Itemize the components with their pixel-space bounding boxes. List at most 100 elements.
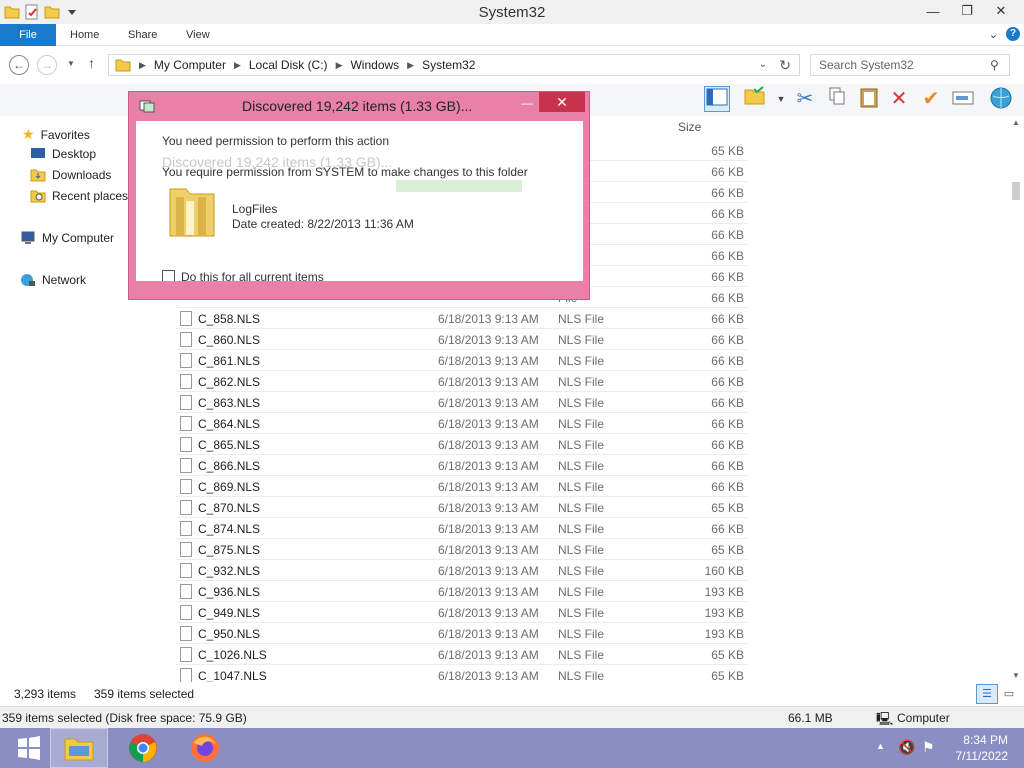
table-row[interactable]: C_874.NLS 6/18/2013 9:13 AM NLS File 66 KB <box>176 518 748 539</box>
column-header-size[interactable]: Size <box>678 120 701 134</box>
dialog-title-bar[interactable]: Discovered 19,242 items (1.33 GB)... — ✕ <box>129 92 589 120</box>
tab-share[interactable]: Share <box>128 24 157 46</box>
table-row[interactable]: C_864.NLS 6/18/2013 9:13 AM NLS File 66 KB <box>176 413 748 434</box>
action-center-flag-icon[interactable]: ⚑ <box>922 739 935 756</box>
minimize-button[interactable]: — <box>916 0 950 22</box>
breadcrumb-separator[interactable]: ▶ <box>234 60 241 71</box>
file-type: NLS File <box>558 648 605 662</box>
thumbnails-view-icon[interactable]: ▭ <box>1000 685 1018 703</box>
dialog-close-button[interactable]: ✕ <box>539 92 585 112</box>
breadcrumb-windows[interactable]: Windows <box>350 58 399 72</box>
nav-my-computer[interactable]: My Computer <box>20 231 114 245</box>
taskbar: ▲ 🔇 ⚑ 8:34 PM 7/11/2022 <box>0 728 1024 768</box>
folder-name: LogFiles <box>232 202 278 216</box>
tab-home[interactable]: Home <box>70 24 99 46</box>
file-name: C_1047.NLS <box>198 669 267 683</box>
details-view-icon[interactable]: ☰ <box>976 684 998 704</box>
breadcrumb-my-computer[interactable]: My Computer <box>154 58 226 72</box>
address-bar[interactable]: ▶ My Computer ▶ Local Disk (C:) ▶ Window… <box>108 54 800 76</box>
table-row[interactable]: C_863.NLS 6/18/2013 9:13 AM NLS File 66 KB <box>176 392 748 413</box>
nav-network[interactable]: Network <box>20 273 86 287</box>
file-name: C_949.NLS <box>198 606 261 620</box>
globe-icon[interactable] <box>988 86 1014 112</box>
file-date: 6/18/2013 9:13 AM <box>438 669 539 683</box>
table-row[interactable]: C_950.NLS 6/18/2013 9:13 AM NLS File 193 KB <box>176 623 748 644</box>
forward-button[interactable]: → <box>37 55 57 75</box>
vertical-scrollbar[interactable]: ▲ ▼ <box>1008 116 1024 682</box>
dialog-body: You need permission to perform this acti… <box>136 121 583 281</box>
table-row[interactable]: C_862.NLS 6/18/2013 9:13 AM NLS File 66 KB <box>176 371 748 392</box>
scroll-thumb[interactable] <box>1012 182 1020 200</box>
file-size: 66 KB <box>711 165 744 179</box>
file-icon <box>180 311 192 326</box>
file-type: NLS File <box>558 459 605 473</box>
breadcrumb-separator[interactable]: ▶ <box>336 60 343 71</box>
speaker-muted-icon[interactable]: 🔇 <box>898 739 915 756</box>
options-dropdown-icon[interactable]: ▼ <box>768 86 794 112</box>
apply-to-all-label[interactable]: Do this for all current items <box>181 270 324 281</box>
up-arrow-icon[interactable]: ↑ <box>88 55 95 71</box>
table-row[interactable]: C_861.NLS 6/18/2013 9:13 AM NLS File 66 KB <box>176 350 748 371</box>
folder-options-icon[interactable] <box>742 86 768 112</box>
show-hidden-icons[interactable]: ▲ <box>876 741 885 751</box>
file-date: 6/18/2013 9:13 AM <box>438 354 539 368</box>
cut-icon[interactable]: ✂ <box>792 86 818 112</box>
close-button[interactable]: ✕ <box>984 0 1018 22</box>
taskbar-chrome[interactable] <box>114 728 172 768</box>
taskbar-firefox[interactable] <box>176 728 234 768</box>
search-icon[interactable]: ⚲ <box>990 58 999 72</box>
scroll-up-arrow[interactable]: ▲ <box>1008 118 1024 127</box>
breadcrumb-separator[interactable]: ▶ <box>139 60 146 71</box>
file-name: C_864.NLS <box>198 417 261 431</box>
address-dropdown-icon[interactable]: ⌄ <box>759 59 767 70</box>
file-icon <box>180 542 192 557</box>
recent-locations-icon[interactable]: ▼ <box>67 59 75 68</box>
breadcrumb-local-disk[interactable]: Local Disk (C:) <box>249 58 328 72</box>
tab-file[interactable]: File <box>0 24 56 46</box>
table-row[interactable]: C_1026.NLS 6/18/2013 9:13 AM NLS File 65 KB <box>176 644 748 665</box>
tab-view[interactable]: View <box>186 24 210 46</box>
table-row[interactable]: C_936.NLS 6/18/2013 9:13 AM NLS File 193 KB <box>176 581 748 602</box>
taskbar-file-explorer[interactable] <box>50 728 108 768</box>
table-row[interactable]: C_949.NLS 6/18/2013 9:13 AM NLS File 193 KB <box>176 602 748 623</box>
file-icon <box>180 521 192 536</box>
table-row[interactable]: C_865.NLS 6/18/2013 9:13 AM NLS File 66 KB <box>176 434 748 455</box>
back-button[interactable]: ← <box>9 55 29 75</box>
delete-icon[interactable]: ✕ <box>886 86 912 112</box>
nav-recent-places[interactable]: Recent places <box>30 189 128 203</box>
rename-icon[interactable] <box>950 86 976 112</box>
breadcrumb-system32[interactable]: System32 <box>422 58 475 72</box>
clock[interactable]: 8:34 PM 7/11/2022 <box>956 732 1009 764</box>
help-icon[interactable]: ? <box>1006 27 1020 41</box>
table-row[interactable]: C_869.NLS 6/18/2013 9:13 AM NLS File 66 KB <box>176 476 748 497</box>
apply-to-all-checkbox[interactable] <box>162 270 175 281</box>
table-row[interactable]: C_875.NLS 6/18/2013 9:13 AM NLS File 65 KB <box>176 539 748 560</box>
paste-icon[interactable] <box>856 86 882 112</box>
scroll-down-arrow[interactable]: ▼ <box>1008 671 1024 680</box>
table-row[interactable]: C_870.NLS 6/18/2013 9:13 AM NLS File 65 KB <box>176 497 748 518</box>
file-type: NLS File <box>558 606 605 620</box>
refresh-icon[interactable]: ↻ <box>779 57 791 74</box>
search-input[interactable]: Search System32 <box>810 54 1010 76</box>
nav-downloads[interactable]: Downloads <box>30 168 111 182</box>
maximize-button[interactable]: ❐ <box>950 0 984 22</box>
table-row[interactable]: C_866.NLS 6/18/2013 9:13 AM NLS File 66 KB <box>176 455 748 476</box>
ribbon-expand-icon[interactable]: ⌄ <box>989 28 998 41</box>
copy-icon[interactable] <box>824 86 850 112</box>
file-type: NLS File <box>558 627 605 641</box>
dialog-minimize-button[interactable]: — <box>515 96 539 114</box>
file-name: C_863.NLS <box>198 396 261 410</box>
table-row[interactable]: C_858.NLS 6/18/2013 9:13 AM NLS File 66 KB <box>176 308 748 329</box>
layout-pane-icon[interactable] <box>704 86 730 112</box>
file-size: 66 KB <box>711 522 744 536</box>
breadcrumb-separator[interactable]: ▶ <box>407 60 414 71</box>
table-row[interactable]: C_860.NLS 6/18/2013 9:13 AM NLS File 66 KB <box>176 329 748 350</box>
nav-favorites[interactable]: ★ Favorites <box>22 126 90 143</box>
file-icon <box>180 563 192 578</box>
checkmark-icon[interactable]: ✔ <box>918 86 944 112</box>
nav-desktop[interactable]: Desktop <box>30 147 96 161</box>
status-bar: 3,293 items 359 items selected ☰ ▭ <box>0 682 1024 706</box>
table-row[interactable]: C_932.NLS 6/18/2013 9:13 AM NLS File 160 KB <box>176 560 748 581</box>
file-icon <box>180 416 192 431</box>
nav-favorites-label: Favorites <box>40 127 90 142</box>
